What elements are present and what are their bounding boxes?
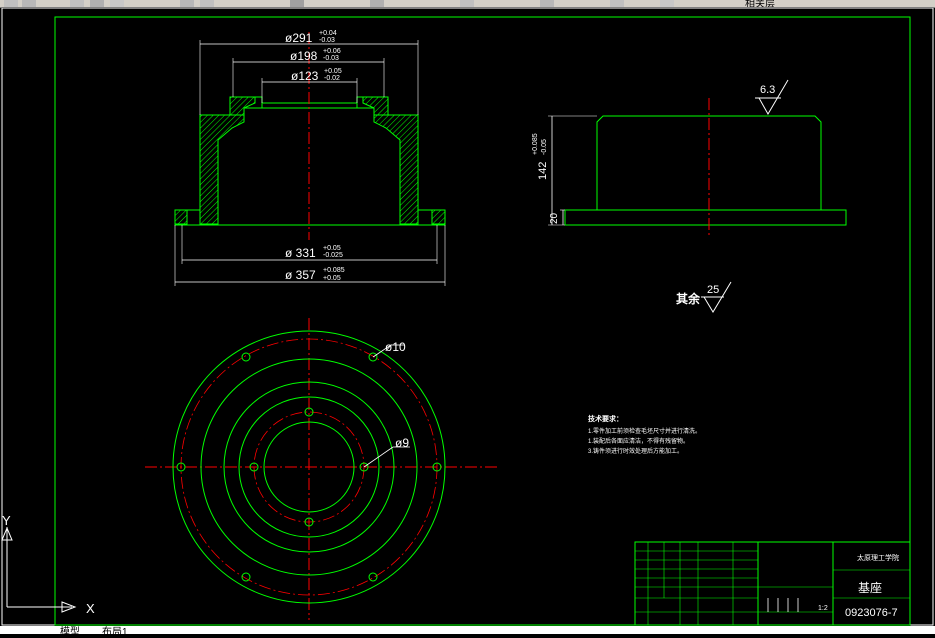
layer-state-icon[interactable] [660,0,674,7]
tb-drawing-no: 0923076-7 [845,607,898,619]
layout-tabs: 模型 布局1 [0,626,935,638]
tb-scale: 1:2 [818,605,828,612]
properties-icon[interactable] [540,0,554,7]
ucs-icon [1,526,77,613]
layer-name[interactable]: 相关层 [745,0,775,7]
dim-d357: ø 357 [285,268,316,282]
dim-d331: ø 331 [285,246,316,260]
paper-border [1,8,934,626]
note-2: 1.装配后各面应清洁，不得有残留物。 [588,437,689,445]
drawing-border [54,16,911,626]
dim-d291-tol-lo: -0.03 [319,37,335,44]
layer-icon[interactable] [610,0,624,7]
blank-side-view [548,79,847,236]
undo-icon[interactable] [180,0,194,7]
note-1: 1.零件加工前须检查毛坯尺寸并进行清洗。 [588,427,701,435]
dim-d198-tol-up: +0.06 [323,48,341,55]
ucs-y-label: Y [2,513,11,528]
tab-layout1[interactable]: 布局1 [102,623,128,638]
hole-d9-label: ø9 [395,436,409,450]
drawing-canvas[interactable]: ø291 +0.04 -0.03 ø198 +0.06 -0.03 ø123 +… [0,8,935,626]
text-style-icon[interactable] [460,0,474,7]
dim-d123-tol-lo: -0.02 [324,75,340,82]
dim-d357-tol-lo: +0.05 [323,275,341,282]
notes-title: 技术要求： [588,414,623,423]
ucs-x-label: X [86,601,95,616]
paste-icon[interactable] [110,0,124,7]
dim-h142-tol-up: +0.085 [532,133,539,155]
tab-model[interactable]: 模型 [60,623,80,638]
copy-icon[interactable] [90,0,104,7]
tb-school: 太原理工学院 [857,553,899,562]
dim-d331-tol-up: +0.05 [323,245,341,252]
tb-part-name: 基座 [858,580,882,595]
dim-d357-tol-up: +0.085 [323,267,345,274]
open-icon[interactable] [4,0,18,7]
roughness-top: 6.3 [760,84,775,96]
dim-d123-tol-up: +0.05 [324,68,342,75]
note-3: 3.铸件须进行时效处理后方能加工。 [588,447,683,455]
cad-toolbar: 相关层 [0,0,935,8]
roughness-rest: 25 [707,284,719,296]
redo-icon[interactable] [200,0,214,7]
zoom-icon[interactable] [370,0,384,7]
dim-h142: 142 [537,162,549,180]
save-icon[interactable] [22,0,36,7]
top-view [145,318,500,620]
dim-d291-tol-up: +0.04 [319,30,337,37]
pan-icon[interactable] [290,0,304,7]
cut-icon[interactable] [70,0,84,7]
dim-d291: ø291 [285,31,313,45]
roughness-rest-label: 其余 [676,291,701,306]
dim-h20: 20 [549,212,560,224]
dim-d198: ø198 [290,49,318,63]
dim-d198-tol-lo: -0.03 [323,55,339,62]
dim-d331-tol-lo: -0.025 [323,252,343,259]
dim-d123: ø123 [291,69,319,83]
hole-d10-label: ø10 [385,340,406,354]
dim-h142-tol-lo: -0.05 [541,139,548,155]
